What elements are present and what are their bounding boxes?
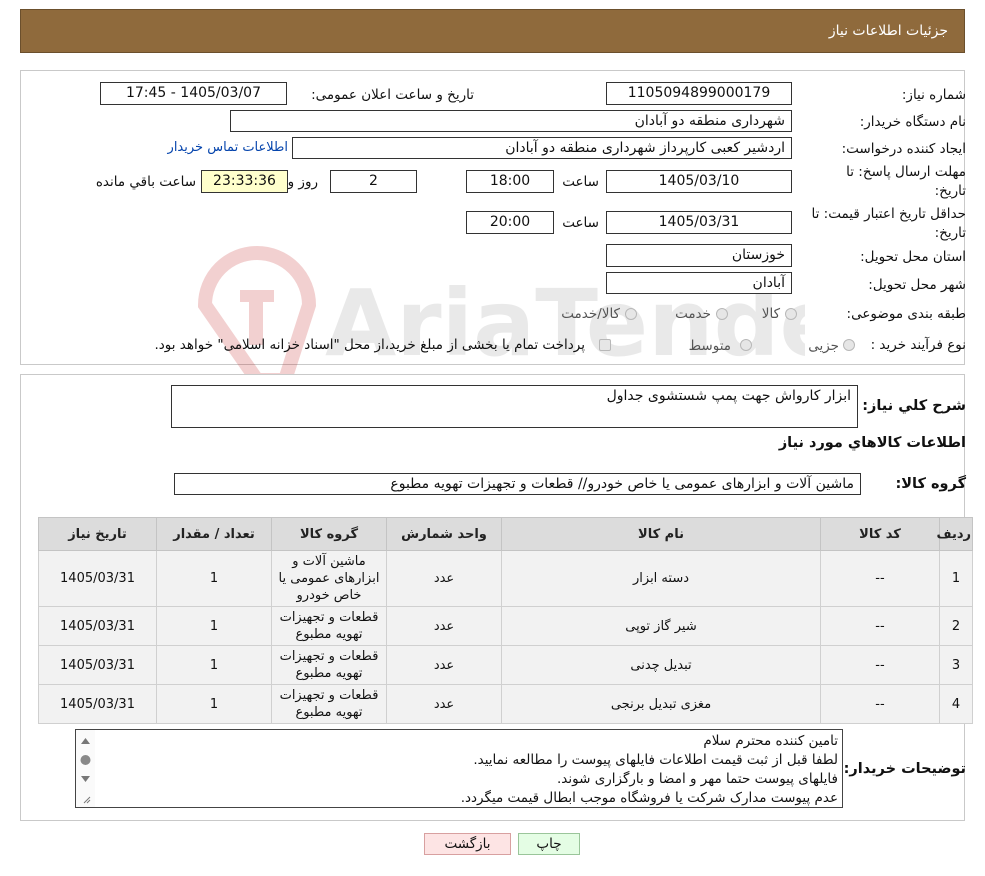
cell-code: -- bbox=[820, 606, 940, 646]
cell-row: 2 bbox=[939, 606, 973, 646]
category-service-radio[interactable] bbox=[716, 308, 728, 320]
cell-row: 1 bbox=[939, 550, 973, 607]
requester-label: ایجاد کننده درخواست: bbox=[841, 141, 966, 157]
validity-time-field: 20:00 bbox=[466, 211, 554, 234]
need-number-field: 1105094899000179 bbox=[606, 82, 792, 105]
cell-code: -- bbox=[820, 645, 940, 685]
cell-unit: عدد bbox=[386, 606, 502, 646]
col-row-header: ردیف bbox=[936, 517, 973, 551]
cell-qty: 1 bbox=[156, 645, 272, 685]
cell-date: 1405/03/31 bbox=[38, 606, 157, 646]
category-both-radio[interactable] bbox=[625, 308, 637, 320]
cell-group: قطعات و تجهیزات تهویه مطبوع bbox=[271, 606, 387, 646]
remaining-time-field: 23:33:36 bbox=[201, 170, 288, 193]
cell-code: -- bbox=[820, 550, 940, 607]
category-label: طبقه بندی موضوعی: bbox=[846, 306, 966, 322]
deadline-time-field: 18:00 bbox=[466, 170, 554, 193]
treasury-checkbox[interactable] bbox=[599, 339, 611, 351]
buyer-notes-text: تامین کننده محترم سلام لطفا قبل از ثبت ق… bbox=[98, 732, 838, 808]
cell-name: تبدیل چدنی bbox=[501, 645, 821, 685]
cell-row: 3 bbox=[939, 645, 973, 685]
col-unit-header: واحد شمارش bbox=[386, 517, 502, 551]
city-label: شهر محل تحویل: bbox=[868, 277, 966, 293]
process-minor-label: جزیی bbox=[808, 338, 839, 354]
cell-date: 1405/03/31 bbox=[38, 550, 157, 607]
cell-code: -- bbox=[820, 684, 940, 724]
deadline-time-label: ساعت bbox=[562, 174, 599, 190]
cell-qty: 1 bbox=[156, 684, 272, 724]
cell-qty: 1 bbox=[156, 550, 272, 607]
category-service-label: خدمت bbox=[675, 306, 711, 322]
announce-label: تاریخ و ساعت اعلان عمومی: bbox=[311, 87, 474, 103]
days-label: روز و bbox=[287, 174, 318, 190]
days-field: 2 bbox=[330, 170, 417, 193]
cell-unit: عدد bbox=[386, 645, 502, 685]
process-minor-radio[interactable] bbox=[843, 339, 855, 351]
col-code-header: کد کالا bbox=[820, 517, 940, 551]
scroll-arrows-icon bbox=[80, 738, 91, 804]
page-title: جزئیات اطلاعات نیاز bbox=[828, 23, 948, 39]
buyer-notes-line: تامین کننده محترم سلام bbox=[703, 733, 838, 749]
col-group-header: گروه کالا bbox=[271, 517, 387, 551]
province-field: خوزستان bbox=[606, 244, 792, 267]
cell-name: شیر گاز توپی bbox=[501, 606, 821, 646]
buyer-notes-line: لطفا قبل از ثبت قیمت اطلاعات فایلهای پیو… bbox=[473, 752, 838, 768]
table-row: 2 -- شیر گاز توپی عدد قطعات و تجهیزات ته… bbox=[38, 606, 973, 646]
process-medium-radio[interactable] bbox=[740, 339, 752, 351]
buyer-notes-line: فایلهای پیوست حتما مهر و امضا و بارگزاری… bbox=[556, 771, 838, 787]
goods-group-label: گروه کالا: bbox=[895, 476, 966, 492]
remaining-label: ساعت باقي مانده bbox=[95, 174, 196, 190]
notes-scrollbar[interactable] bbox=[76, 730, 95, 807]
description-field: ابزار کارواش جهت پمپ شستشوی جداول bbox=[171, 385, 858, 428]
print-button[interactable]: چاپ bbox=[518, 833, 580, 855]
need-number-label: شماره نیاز: bbox=[901, 87, 966, 103]
table-row: 4 -- مغزی تبدیل برنجی عدد قطعات و تجهیزا… bbox=[38, 684, 973, 724]
buyer-notes-box[interactable]: تامین کننده محترم سلام لطفا قبل از ثبت ق… bbox=[75, 729, 843, 808]
category-goods-radio[interactable] bbox=[785, 308, 797, 320]
process-label: نوع فرآیند خرید : bbox=[870, 337, 966, 353]
buyer-org-field: شهرداری منطقه دو آبادان bbox=[230, 110, 792, 132]
buyer-org-label: نام دستگاه خریدار: bbox=[859, 114, 966, 130]
cell-unit: عدد bbox=[386, 684, 502, 724]
table-row: 3 -- تبدیل چدنی عدد قطعات و تجهیزات تهوی… bbox=[38, 645, 973, 685]
cell-row: 4 bbox=[939, 684, 973, 724]
cell-unit: عدد bbox=[386, 550, 502, 607]
category-goods-label: کالا bbox=[761, 306, 780, 322]
process-note: پرداخت تمام یا بخشی از مبلغ خرید،از محل … bbox=[154, 337, 585, 353]
validity-time-label: ساعت bbox=[562, 215, 599, 231]
page-header: جزئیات اطلاعات نیاز bbox=[20, 9, 965, 53]
province-label: استان محل تحویل: bbox=[860, 249, 966, 265]
col-name-header: نام کالا bbox=[501, 517, 821, 551]
category-both-label: کالا/خدمت bbox=[561, 306, 620, 322]
cell-date: 1405/03/31 bbox=[38, 645, 157, 685]
validity-label: حداقل تاریخ اعتبار قیمت: تا تاریخ: bbox=[811, 206, 966, 241]
goods-table: ردیف کد کالا نام کالا واحد شمارش گروه کا… bbox=[38, 517, 973, 724]
cell-group: قطعات و تجهیزات تهویه مطبوع bbox=[271, 645, 387, 685]
cell-group: قطعات و تجهیزات تهویه مطبوع bbox=[271, 684, 387, 724]
col-date-header: تاریخ نیاز bbox=[38, 517, 157, 551]
cell-name: مغزی تبدیل برنجی bbox=[501, 684, 821, 724]
back-button[interactable]: بازگشت bbox=[424, 833, 511, 855]
contact-buyer-link[interactable]: اطلاعات تماس خریدار bbox=[168, 140, 288, 155]
cell-qty: 1 bbox=[156, 606, 272, 646]
announce-field: 1405/03/07 - 17:45 bbox=[100, 82, 287, 105]
deadline-label: مهلت ارسال پاسخ: تا تاریخ: bbox=[846, 164, 966, 199]
process-medium-label: متوسط bbox=[688, 338, 731, 354]
goods-group-field: ماشین آلات و ابزارهای عمومی یا خاص خودرو… bbox=[174, 473, 861, 495]
cell-name: دسته ابزار bbox=[501, 550, 821, 607]
cell-group: ماشین آلات و ابزارهای عمومی یا خاص خودرو bbox=[271, 550, 387, 607]
col-qty-header: تعداد / مقدار bbox=[156, 517, 272, 551]
table-row: 1 -- دسته ابزار عدد ماشین آلات و ابزارها… bbox=[38, 550, 973, 607]
city-field: آبادان bbox=[606, 272, 792, 294]
description-label: شرح کلي نياز: bbox=[862, 398, 966, 414]
validity-date-field: 1405/03/31 bbox=[606, 211, 792, 234]
buyer-notes-label: توضیحات خریدار: bbox=[843, 761, 966, 777]
goods-section-title: اطلاعات کالاهاي مورد نياز bbox=[778, 435, 966, 451]
cell-date: 1405/03/31 bbox=[38, 684, 157, 724]
requester-field: اردشیر کعبی کارپرداز شهرداری منطقه دو آب… bbox=[292, 137, 792, 159]
buyer-notes-line: عدم پیوست مدارک شرکت یا فروشگاه موجب ابط… bbox=[460, 790, 838, 806]
table-header-row: ردیف کد کالا نام کالا واحد شمارش گروه کا… bbox=[38, 517, 973, 551]
deadline-date-field: 1405/03/10 bbox=[606, 170, 792, 193]
